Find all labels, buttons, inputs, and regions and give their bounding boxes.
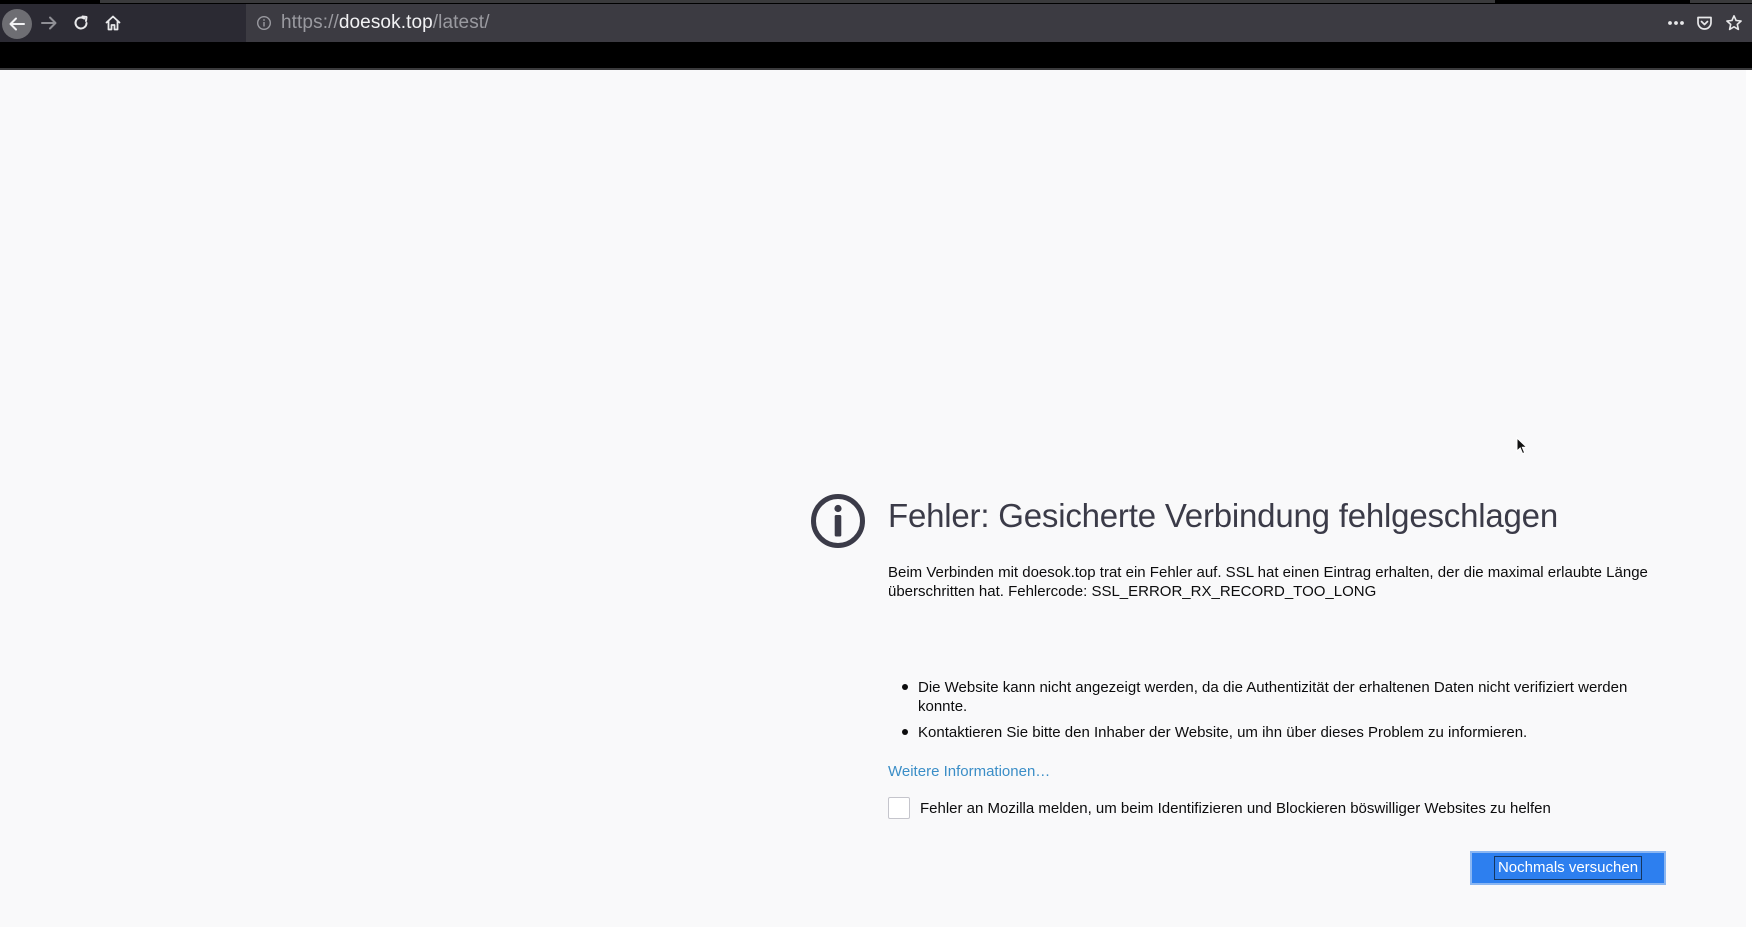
list-item: Die Website kann nicht angezeigt werden,… [888, 678, 1678, 716]
url-bar[interactable]: https://doesok.top/latest/ [246, 4, 1752, 42]
arrow-left-icon [9, 17, 25, 31]
list-item: Kontaktieren Sie bitte den Inhaber der W… [888, 723, 1678, 742]
retry-button[interactable]: Nochmals versuchen [1470, 851, 1666, 885]
list-item-text: Die Website kann nicht angezeigt werden,… [918, 679, 1628, 715]
site-info-icon[interactable] [256, 15, 272, 31]
tab-strip-line-right [1690, 0, 1752, 3]
retry-button-label: Nochmals versuchen [1493, 856, 1643, 880]
url-text[interactable]: https://doesok.top/latest/ [281, 12, 490, 34]
more-info-link[interactable]: Weitere Informationen… [888, 763, 1050, 780]
back-button[interactable] [2, 9, 32, 39]
report-row: Fehler an Mozilla melden, um beim Identi… [888, 797, 1551, 819]
bookmark-star-icon[interactable] [1724, 13, 1744, 33]
url-scheme: https:// [281, 12, 339, 33]
pocket-icon[interactable] [1694, 13, 1714, 33]
info-circle-icon [811, 494, 865, 548]
list-item-text: Kontaktieren Sie bitte den Inhaber der W… [918, 724, 1528, 741]
error-reasons-list: Die Website kann nicht angezeigt werden,… [888, 678, 1678, 749]
url-host: doesok.top [338, 12, 433, 33]
reload-button[interactable] [67, 9, 95, 37]
tab-strip-line [100, 0, 1495, 3]
navigation-toolbar: https://doesok.top/latest/ [0, 4, 1752, 42]
home-button[interactable] [99, 9, 127, 37]
bullet [902, 729, 908, 735]
report-checkbox-label[interactable]: Fehler an Mozilla melden, um beim Identi… [920, 800, 1551, 817]
reload-icon [74, 15, 88, 30]
arrow-right-icon [41, 16, 57, 30]
url-path: /latest/ [432, 12, 490, 33]
bullet [902, 684, 908, 690]
page-right-edge [1746, 70, 1752, 927]
error-title: Fehler: Gesicherte Verbindung fehlgeschl… [888, 497, 1558, 534]
home-icon [105, 15, 121, 31]
page-actions-more-icon[interactable] [1666, 13, 1686, 33]
report-checkbox[interactable] [888, 797, 910, 819]
forward-button[interactable] [35, 9, 63, 37]
error-description: Beim Verbinden mit doesok.top trat ein F… [888, 564, 1648, 600]
mouse-cursor-icon [1516, 437, 1528, 455]
browser-chrome: https://doesok.top/latest/ [0, 0, 1752, 70]
